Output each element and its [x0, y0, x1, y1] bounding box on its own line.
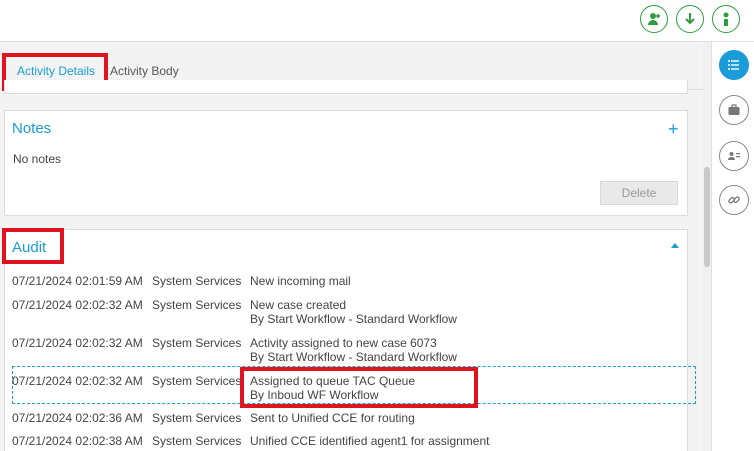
- audit-line1: Activity assigned to new case 6073: [250, 336, 437, 350]
- briefcase-icon: [728, 104, 740, 115]
- notes-card: Notes + No notes Delete: [4, 110, 688, 216]
- add-user-icon: [648, 13, 660, 25]
- table-row: 07/21/2024 02:02:36 AM System Services S…: [12, 411, 684, 427]
- audit-date: 07/21/2024 02:02:36 AM: [12, 411, 143, 425]
- collapse-icon[interactable]: [671, 243, 679, 248]
- highlight-box: [240, 367, 478, 408]
- audit-description: New incoming mail: [250, 274, 351, 288]
- audit-user: System Services: [152, 374, 242, 388]
- download-button[interactable]: [676, 5, 704, 33]
- audit-user: System Services: [152, 336, 242, 350]
- table-row: 07/21/2024 02:01:59 AM System Services N…: [12, 274, 684, 290]
- person-touch-button[interactable]: [712, 5, 740, 33]
- audit-user: System Services: [152, 298, 242, 312]
- audit-line2: By Start Workflow - Standard Workflow: [250, 312, 457, 326]
- table-row: 07/21/2024 02:02:32 AM System Services A…: [12, 336, 684, 366]
- audit-description: Sent to Unified CCE for routing: [250, 411, 415, 425]
- audit-user: System Services: [152, 434, 242, 448]
- contact-card-button[interactable]: [719, 141, 749, 171]
- audit-date: 07/21/2024 02:02:32 AM: [12, 374, 143, 388]
- vertical-scrollbar[interactable]: [703, 42, 711, 451]
- tab-activity-body[interactable]: Activity Body: [110, 64, 179, 78]
- notes-title: Notes: [12, 120, 52, 137]
- audit-line1: Sent to Unified CCE for routing: [250, 411, 415, 425]
- list-icon: [728, 60, 739, 70]
- scrollbar-thumb[interactable]: [704, 167, 710, 267]
- audit-line2: By Start Workflow - Standard Workflow: [250, 350, 457, 364]
- highlight-box: [2, 228, 64, 264]
- table-row: 07/21/2024 02:02:32 AM System Services N…: [12, 298, 684, 328]
- right-sidebar: [711, 42, 754, 451]
- contact-card-icon: [728, 152, 740, 160]
- add-note-icon[interactable]: +: [668, 120, 679, 138]
- main-panel: Activity Details Activity Body Notes + N…: [0, 42, 711, 451]
- audit-user: System Services: [152, 274, 242, 288]
- person-touch-icon: [723, 12, 729, 26]
- audit-date: 07/21/2024 02:02:38 AM: [12, 434, 143, 448]
- audit-line1: New incoming mail: [250, 274, 351, 288]
- audit-description: New case created By Start Workflow - Stan…: [250, 298, 457, 326]
- delete-button[interactable]: Delete: [600, 181, 678, 205]
- add-user-button[interactable]: [640, 5, 668, 33]
- previous-section: [4, 80, 688, 94]
- link-button[interactable]: [719, 185, 749, 215]
- audit-line1: New case created: [250, 298, 347, 312]
- audit-line1: Unified CCE identified agent1 for assign…: [250, 434, 490, 448]
- list-view-button[interactable]: [719, 50, 749, 80]
- audit-date: 07/21/2024 02:02:32 AM: [12, 336, 143, 350]
- briefcase-button[interactable]: [719, 95, 749, 125]
- no-notes-text: No notes: [13, 152, 62, 166]
- audit-description: Unified CCE identified agent1 for assign…: [250, 434, 489, 448]
- audit-description: Activity assigned to new case 6073 By Sta…: [250, 336, 457, 364]
- table-row: 07/21/2024 02:02:38 AM System Services U…: [12, 434, 684, 450]
- top-toolbar: [0, 0, 754, 42]
- audit-user: System Services: [152, 411, 242, 425]
- audit-date: 07/21/2024 02:01:59 AM: [12, 274, 143, 288]
- audit-date: 07/21/2024 02:02:32 AM: [12, 298, 143, 312]
- download-icon: [685, 13, 695, 25]
- link-icon: [728, 196, 740, 204]
